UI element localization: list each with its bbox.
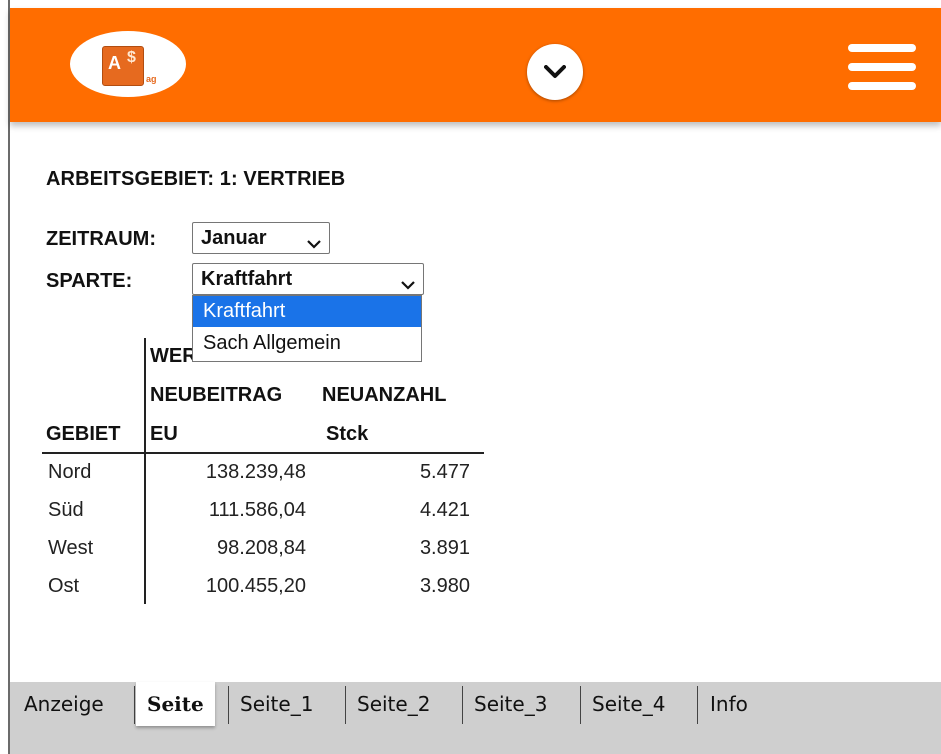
tab-separator xyxy=(345,686,346,724)
table-cell-gebiet: Nord xyxy=(48,461,92,483)
app-header: A $ ag xyxy=(10,8,941,122)
table-cell-gebiet: Ost xyxy=(48,575,80,597)
tab-seite-3[interactable]: Seite_3 xyxy=(474,682,547,726)
zeitraum-select[interactable]: Januar xyxy=(192,222,330,254)
column-header-gebiet: GEBIET xyxy=(46,423,121,445)
tab-separator xyxy=(228,686,229,724)
zeitraum-label: ZEITRAUM: xyxy=(46,228,156,250)
tab-anzeige[interactable]: Anzeige xyxy=(24,682,104,726)
table-cell-gebiet: West xyxy=(48,537,94,559)
sparte-select-value: Kraftfahrt xyxy=(201,267,293,290)
app-logo[interactable]: A $ ag xyxy=(70,31,186,97)
sheet-tab-bar: Anzeige Seite Seite_1 Seite_2 Seite_3 Se… xyxy=(10,682,941,754)
sparte-select[interactable]: Kraftfahrt xyxy=(192,263,424,295)
logo-subtext: ag xyxy=(146,74,157,84)
table-cell-neubeitrag: 98.208,84 xyxy=(217,537,306,559)
hamburger-menu-icon[interactable] xyxy=(848,44,916,90)
chevron-down-icon[interactable] xyxy=(527,44,583,100)
table-cell-neuanzahl: 5.477 xyxy=(419,461,470,483)
chevron-down-icon xyxy=(307,232,321,255)
table-cell-neubeitrag: 138.239,48 xyxy=(205,461,306,483)
tab-seite-2[interactable]: Seite_2 xyxy=(357,682,430,726)
tab-separator xyxy=(580,686,581,724)
zeitraum-select-value: Januar xyxy=(201,226,267,249)
logo-letter-s: $ xyxy=(127,49,136,66)
table-cell-neuanzahl: 3.980 xyxy=(419,575,470,597)
sparte-dropdown-list: Kraftfahrt Sach Allgemein xyxy=(192,295,422,362)
chevron-down-icon xyxy=(401,273,415,296)
sparte-option-kraftfahrt[interactable]: Kraftfahrt xyxy=(193,296,421,327)
table-vertical-divider xyxy=(144,338,146,604)
tab-separator xyxy=(134,686,135,724)
table-cell-neuanzahl: 3.891 xyxy=(419,537,470,559)
tab-separator xyxy=(697,686,698,724)
table-header-divider xyxy=(42,452,484,454)
tab-seite-1[interactable]: Seite_1 xyxy=(240,682,313,726)
column-header-neubeitrag: NEUBEITRAG xyxy=(150,384,283,406)
table-cell-neubeitrag: 100.455,20 xyxy=(205,575,306,597)
sparte-option-sach-allgemein[interactable]: Sach Allgemein xyxy=(193,328,421,359)
column-header-neuanzahl: NEUANZAHL xyxy=(322,384,447,406)
tab-seite-4[interactable]: Seite_4 xyxy=(592,682,665,726)
sparte-label: SPARTE: xyxy=(46,270,133,292)
column-unit-neubeitrag: EU xyxy=(150,423,178,445)
table-cell-neuanzahl: 4.421 xyxy=(419,499,470,521)
table-cell-gebiet: Süd xyxy=(48,499,84,521)
column-unit-neuanzahl: Stck xyxy=(326,423,369,445)
page-title: ARBEITSGEBIET: 1: VERTRIEB xyxy=(46,168,346,190)
tab-seite[interactable]: Seite xyxy=(136,682,215,726)
tab-info[interactable]: Info xyxy=(710,682,748,726)
tab-separator xyxy=(462,686,463,724)
table-cell-neubeitrag: 111.586,04 xyxy=(208,499,306,521)
logo-letter-a: A xyxy=(108,53,121,73)
